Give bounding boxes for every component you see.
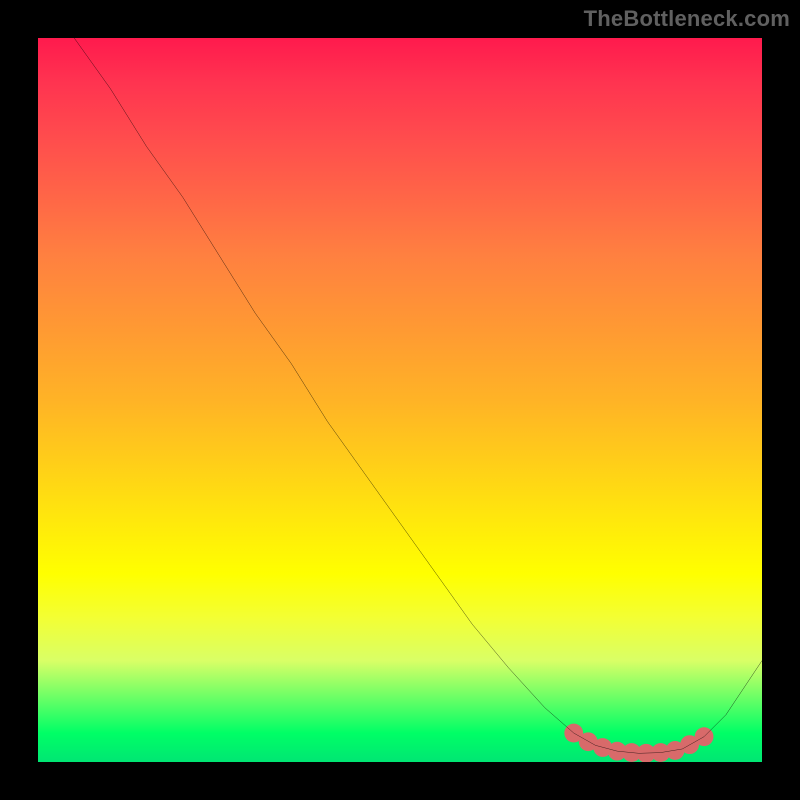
bottleneck-curve	[74, 38, 762, 753]
watermark-text: TheBottleneck.com	[584, 6, 790, 32]
chart-svg	[38, 38, 762, 762]
chart-frame: TheBottleneck.com	[0, 0, 800, 800]
chart-plot-area	[38, 38, 762, 762]
highlight-markers	[564, 724, 713, 762]
